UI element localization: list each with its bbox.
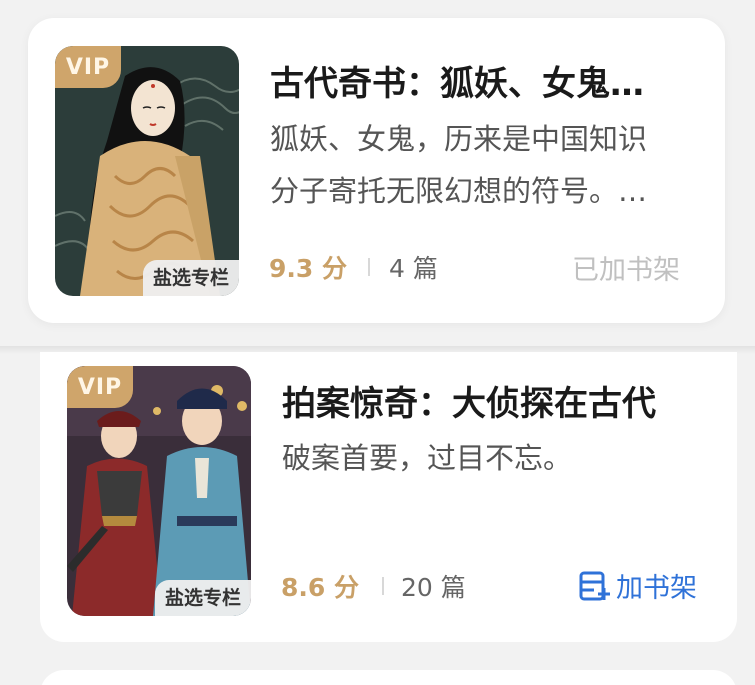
- column-card[interactable]: VIP 盐选专栏 拍案惊奇：大侦探在古代 破案首要，过目不忘。 8.6 分 20…: [40, 352, 737, 642]
- article-count: 20 篇: [401, 573, 466, 602]
- vip-badge: VIP: [55, 46, 121, 88]
- add-to-shelf-label: 加书架: [616, 573, 697, 604]
- description-line: 分子寄托无限幻想的符号。…: [270, 174, 648, 208]
- add-to-shelf-button[interactable]: 加书架: [578, 566, 697, 605]
- column-title[interactable]: 古代奇书：狐妖、女鬼…: [270, 56, 690, 105]
- column-card-partial[interactable]: [40, 670, 737, 685]
- cover-image[interactable]: VIP 盐选专栏: [67, 366, 251, 616]
- column-title[interactable]: 拍案惊奇：大侦探在古代: [282, 376, 722, 425]
- column-list: VIP 盐选专栏 古代奇书：狐妖、女鬼… 狐妖、女鬼，历来是中国知识 分子寄托无…: [0, 0, 755, 685]
- vip-badge: VIP: [67, 366, 133, 408]
- add-shelf-icon: [579, 571, 610, 600]
- description-line: 破案首要，过目不忘。: [282, 441, 573, 475]
- column-card[interactable]: VIP 盐选专栏 古代奇书：狐妖、女鬼… 狐妖、女鬼，历来是中国知识 分子寄托无…: [28, 18, 725, 323]
- divider: [382, 577, 384, 595]
- cover-image[interactable]: VIP 盐选专栏: [55, 46, 239, 296]
- column-tag: 盐选专栏: [154, 580, 251, 616]
- added-to-shelf-label: 已加书架: [572, 255, 680, 286]
- rating-score: 9.3 分: [269, 254, 347, 283]
- description-line: 狐妖、女鬼，历来是中国知识: [270, 122, 648, 156]
- rating-score: 8.6 分: [281, 573, 359, 602]
- divider: [368, 258, 370, 276]
- article-count: 4 篇: [389, 254, 438, 283]
- column-tag: 盐选专栏: [142, 260, 239, 296]
- column-description: 狐妖、女鬼，历来是中国知识 分子寄托无限幻想的符号。…: [270, 113, 700, 217]
- column-description: 破案首要，过目不忘。: [282, 432, 712, 484]
